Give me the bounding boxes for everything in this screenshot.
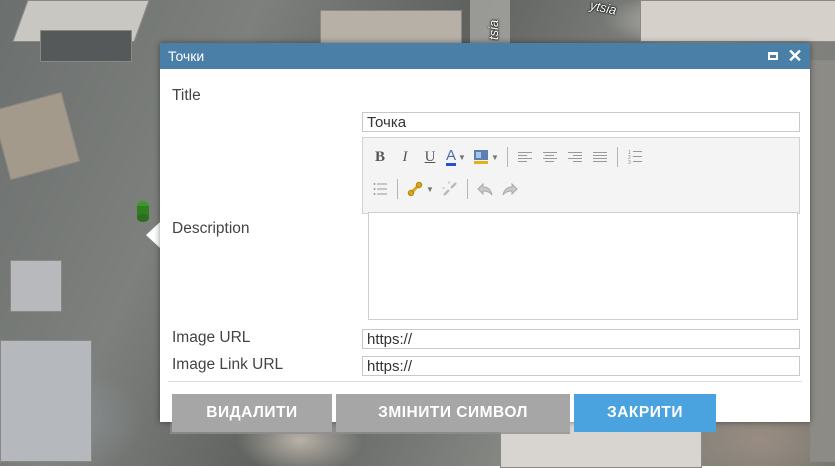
maximize-icon	[768, 52, 778, 60]
map-building	[0, 91, 81, 181]
map-building	[0, 340, 92, 462]
image-url-input[interactable]	[362, 329, 800, 349]
unlink-icon	[441, 181, 457, 196]
toolbar-separator	[397, 179, 398, 199]
highlight-color-icon	[473, 150, 488, 164]
map-building	[10, 260, 62, 312]
close-button[interactable]: ✕	[786, 47, 804, 65]
chevron-down-icon: ▼	[458, 152, 466, 162]
map-point-marker-icon[interactable]	[134, 199, 152, 223]
image-link-url-label: Image Link URL	[172, 356, 284, 373]
popup-pointer	[146, 222, 160, 248]
highlight-color-button[interactable]: ▼	[473, 147, 499, 167]
map-building	[320, 10, 462, 44]
change-symbol-button[interactable]: ЗМІНИТИ СИМВОЛ	[336, 394, 570, 432]
description-label: Description	[172, 220, 250, 237]
map-building	[640, 0, 835, 42]
align-right-icon	[567, 152, 582, 162]
svg-text:3: 3	[628, 160, 631, 165]
delete-button[interactable]: ВИДАЛИТИ	[172, 394, 332, 432]
street-label: ytsia	[588, 0, 619, 18]
toolbar-separator	[616, 147, 618, 167]
street-label: tsia	[486, 19, 501, 40]
bold-button[interactable]: B	[371, 147, 389, 167]
popup-titlebar: Точки ✕	[160, 43, 810, 69]
map-building	[810, 60, 835, 462]
chevron-down-icon: ▼	[490, 152, 499, 162]
align-right-button[interactable]	[566, 147, 584, 167]
toolbar-separator	[506, 147, 508, 167]
title-label: Title	[172, 87, 201, 104]
align-center-button[interactable]	[541, 147, 559, 167]
close-popup-button[interactable]: ЗАКРИТИ	[574, 394, 716, 432]
insert-link-button[interactable]: ▼	[406, 179, 434, 199]
font-color-button[interactable]: A ▼	[446, 147, 466, 167]
align-left-icon	[517, 152, 532, 162]
underline-button[interactable]: U	[421, 147, 439, 167]
align-center-icon	[542, 152, 557, 162]
toolbar-separator	[466, 179, 468, 199]
rich-text-toolbar: B I U A ▼ ▼ 123 ▼	[362, 137, 800, 214]
italic-button[interactable]: I	[396, 147, 414, 167]
image-url-label: Image URL	[172, 329, 251, 346]
unlink-button[interactable]	[441, 179, 459, 199]
edit-popup: Точки ✕ Title B I U A▼ ▼	[160, 43, 810, 432]
maximize-button[interactable]	[764, 47, 782, 65]
undo-button[interactable]	[476, 179, 494, 199]
close-icon: ✕	[787, 46, 803, 66]
link-icon	[407, 181, 423, 197]
justify-icon	[592, 152, 607, 162]
title-input[interactable]	[362, 112, 800, 132]
numbered-list-button[interactable]: 123	[626, 147, 644, 167]
chevron-down-icon: ▼	[426, 184, 434, 194]
align-left-button[interactable]	[516, 147, 534, 167]
image-link-url-input[interactable]	[362, 356, 800, 376]
numbered-list-icon: 123	[628, 150, 642, 165]
bullet-list-button[interactable]	[371, 179, 389, 199]
divider	[168, 381, 802, 382]
description-editor[interactable]	[368, 212, 798, 320]
redo-button[interactable]	[501, 179, 519, 199]
redo-icon	[502, 182, 518, 196]
undo-icon	[477, 182, 493, 196]
bullet-list-icon	[373, 183, 387, 195]
justify-button[interactable]	[591, 147, 609, 167]
map-building	[40, 30, 132, 62]
popup-title: Точки	[168, 48, 205, 64]
font-color-icon: A	[446, 146, 457, 166]
